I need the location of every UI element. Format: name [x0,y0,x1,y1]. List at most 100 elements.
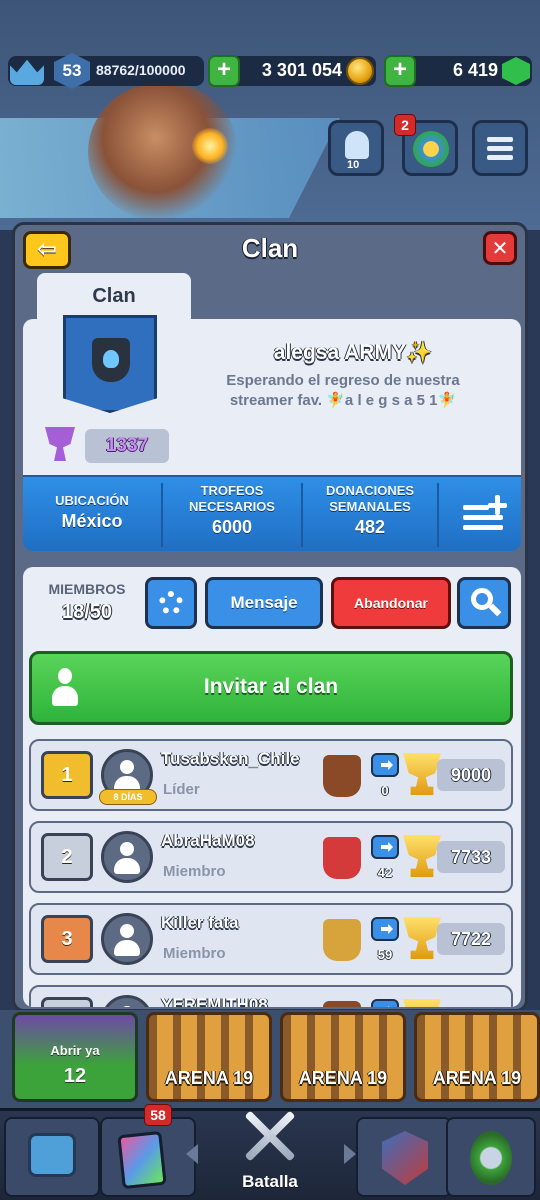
avatar[interactable] [101,995,153,1007]
stat-donations-label: DONACIONES SEMANALES [325,483,415,514]
arena-icon [323,919,361,961]
member-trophies: 7722 [437,923,505,955]
member-name: AbraHaM08 [161,831,255,850]
buy-gems-button[interactable]: + [384,55,416,87]
settings-button[interactable] [145,577,197,629]
donation-icon [371,753,399,777]
panel-title: Clan [241,233,299,263]
gold-counter[interactable]: + 3 301 054 [208,55,376,87]
member-name: YEREMITH08 [161,995,268,1007]
hamburger-icon [487,155,513,160]
stat-location: UBICACIÓN México [23,483,163,547]
treasure-chest-icon [28,1133,76,1177]
clan-shield-icon [382,1131,428,1185]
members-count: 18/50 [61,601,113,623]
member-donations: 59 [377,947,393,962]
search-button[interactable] [457,577,511,629]
member-rank: 1 [41,751,93,799]
arena-icon [323,755,361,797]
chevron-left-icon [186,1144,198,1164]
level-badge: 53 [54,53,90,89]
person-icon [50,668,80,708]
member-row[interactable]: 4 YEREMITH08 [29,985,513,1007]
hamburger-icon [487,146,513,151]
chest-slot[interactable]: ARENA 19 [280,1012,406,1102]
members-label: MIEMBROS [48,581,126,597]
nav-battle[interactable]: Batalla [200,1096,340,1200]
member-rank: 3 [41,915,93,963]
clan-description: Esperando el regreso de nuestra streamer… [226,372,460,409]
member-row[interactable]: 1 8 DÍAS Tusabsken_Chile Líder 0 9000 [29,739,513,811]
gem-counter[interactable]: + 6 419 [384,55,532,87]
chevron-right-icon [344,1144,356,1164]
member-donations: 42 [377,865,393,880]
stat-location-value: México [61,511,123,531]
avatar[interactable] [101,913,153,965]
friends-button[interactable]: 10 [328,120,384,176]
friends-icon [345,131,369,159]
donation-icon [371,835,399,859]
clan-emblem-icon [92,338,130,382]
member-row[interactable]: 2 AbraHaM08 Miembro 42 7733 [29,821,513,893]
member-trophies: 9000 [437,759,505,791]
member-donations: 0 [381,783,389,798]
chest-slot[interactable]: ARENA 19 [414,1012,540,1102]
stat-location-label: UBICACIÓN [55,493,129,508]
buy-gold-button[interactable]: + [208,55,240,87]
clan-trophies: 1337 [85,429,169,463]
close-button[interactable]: ✕ [483,231,517,265]
stat-required-trophies: TROFEOS NECESARIOS 6000 [163,483,303,547]
open-now-label: Abrir ya [50,1043,100,1058]
donation-icon [371,999,399,1007]
clan-badge [63,315,157,413]
crown-icon [10,59,44,85]
gold-value: 3 301 054 [261,60,342,80]
avatar[interactable] [101,831,153,883]
members-card: MIEMBROS 18/50 Mensaje Abandonar Invitar… [23,567,521,1007]
stat-required-label: TROFEOS NECESARIOS [189,483,275,514]
arena-icon [323,837,361,879]
chest-slot-unlocking[interactable]: Abrir ya 12 [12,1012,138,1102]
stat-required-value: 6000 [211,517,253,537]
gem-value: 6 419 [452,60,498,80]
chest-slot[interactable]: ARENA 19 [146,1012,272,1102]
nav-events[interactable] [446,1117,536,1197]
message-button[interactable]: Mensaje [205,577,323,629]
stat-weekly-donations: DONACIONES SEMANALES 482 [303,483,439,547]
arena-icon [323,1001,361,1007]
arena-label: ARENA 19 [164,1068,254,1088]
clan-name: alegsa ARMY✨ [273,341,433,364]
gem-icon [502,57,530,85]
member-role: Miembro [163,945,226,962]
member-row[interactable]: 3 Killer fata Miembro 59 7722 [29,903,513,975]
clan-panel: ⇦ Clan ✕ Clan 1337 alegsa ARMY✨ Esperand… [12,222,528,1012]
gear-icon [159,591,183,615]
invite-to-clan-button[interactable]: Invitar al clan [29,651,513,725]
hamburger-icon [487,137,513,142]
menu-button[interactable] [472,120,528,176]
cards-notification-badge: 58 [144,1104,172,1126]
xp-value: 88762/100000 [96,62,186,78]
arena-label: ARENA 19 [298,1068,388,1088]
list-add-icon[interactable] [463,495,507,535]
experience-bar[interactable]: 53 88762/100000 [8,53,204,89]
arena-label: ARENA 19 [432,1068,522,1088]
nav-cards[interactable] [100,1117,196,1197]
open-now-cost: 12 [63,1065,87,1087]
nav-shop[interactable] [4,1117,100,1197]
gold-coin-icon [346,57,374,85]
clan-trophy-icon [45,427,75,461]
nav-clan[interactable] [356,1117,452,1197]
member-role: Líder [163,781,200,798]
friends-count: 10 [347,159,360,171]
donation-icon [371,917,399,941]
invite-label: Invitar al clan [203,675,339,698]
member-trophies: 7733 [437,841,505,873]
clan-stats-bar: UBICACIÓN México TROFEOS NECESARIOS 6000… [23,475,521,551]
clan-notification-badge: 2 [394,114,416,136]
leave-clan-button[interactable]: Abandonar [331,577,451,629]
stat-donations-value: 482 [354,517,386,537]
crossed-swords-icon [238,1104,302,1168]
clan-crown-icon [413,131,449,167]
hero-effect [192,128,228,164]
